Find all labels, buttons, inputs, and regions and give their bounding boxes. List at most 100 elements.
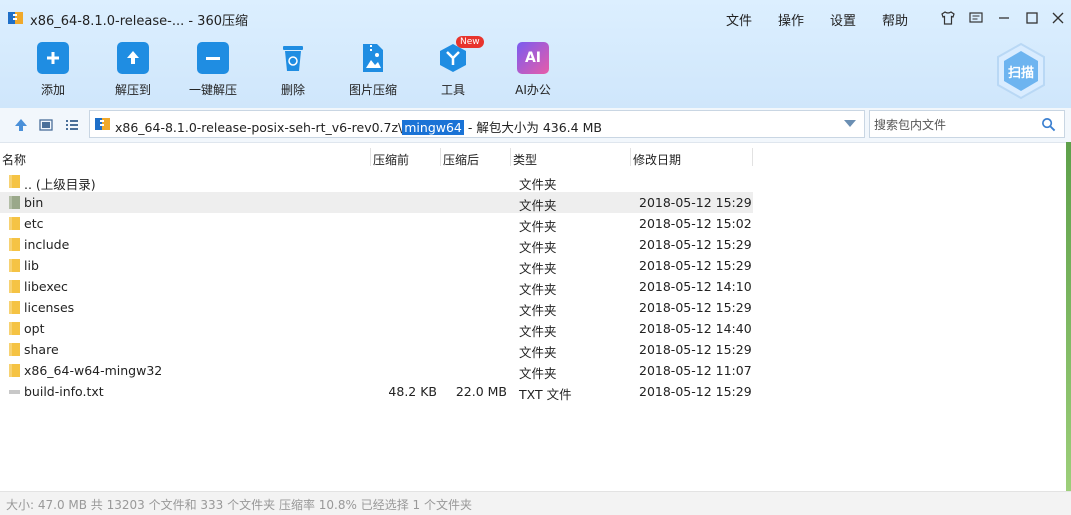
add-button[interactable]: 添加 [21,40,85,102]
file-name: etc [24,216,44,231]
folder-icon [9,280,20,293]
folder-icon [9,217,20,230]
extract-to-button[interactable]: 解压到 [101,40,165,102]
one-click-extract-button[interactable]: 一键解压 [181,40,245,102]
minimize-button[interactable] [994,8,1014,28]
folder-icon [9,322,20,335]
extract-to-label: 解压到 [114,83,151,97]
size-after: 22.0 MB [455,384,507,399]
modified-date: 2018-05-12 15:02 [639,216,752,231]
column-divider[interactable] [370,148,371,166]
path-selected-segment[interactable]: mingw64 [402,120,464,135]
column-header-after[interactable]: 压缩后 [443,151,479,168]
table-row[interactable]: lib 文件夹 2018-05-12 15:29 [0,255,753,276]
text-file-icon [9,390,20,394]
chevron-down-icon[interactable] [844,120,856,127]
column-divider[interactable] [630,148,631,166]
column-header-type[interactable]: 类型 [513,151,537,168]
file-type: 文件夹 [519,324,557,339]
table-row[interactable]: x86_64-w64-mingw32 文件夹 2018-05-12 11:07 [0,360,753,381]
table-row[interactable]: include 文件夹 2018-05-12 15:29 [0,234,753,255]
up-arrow-icon[interactable] [13,117,29,133]
maximize-button[interactable] [1022,8,1042,28]
table-row[interactable]: opt 文件夹 2018-05-12 14:40 [0,318,753,339]
tools-button[interactable]: 工具 [421,40,485,102]
menu-help[interactable]: 帮助 [882,10,908,29]
scan-label: 扫描 [1007,66,1034,81]
file-type: 文件夹 [519,345,557,360]
file-list: .. (上级目录) 文件夹 bin 文件夹 2018-05-12 15:29 etc 文件夹… [0,171,753,402]
ai-office-button[interactable]: AI AI办公 [501,40,565,102]
menu-settings[interactable]: 设置 [830,10,856,29]
add-icon [37,42,69,74]
one-click-extract-icon [197,42,229,74]
file-name: share [24,342,59,357]
menu-file[interactable]: 文件 [726,10,752,29]
skin-button[interactable] [938,8,958,28]
ai-office-icon: AI [517,42,549,74]
window-title: x86_64-8.1.0-release-... - 360压缩 [30,14,248,29]
file-name: licenses [24,300,75,315]
title-bar[interactable]: x86_64-8.1.0-release-... - 360压缩 文件 操作 设… [0,0,1071,34]
column-divider[interactable] [510,148,511,166]
search-icon[interactable] [1041,117,1056,132]
file-type: 文件夹 [519,282,557,297]
file-type: 文件夹 [519,198,557,213]
column-divider[interactable] [752,148,753,166]
column-header-row: 名称 压缩前 压缩后 类型 修改日期 [0,149,753,169]
scan-button[interactable]: 扫描 [995,42,1047,100]
table-row[interactable]: bin 文件夹 2018-05-12 15:29 [0,192,753,213]
add-label: 添加 [40,83,65,97]
minimize-icon [999,17,1009,19]
file-name: x86_64-w64-mingw32 [24,363,163,378]
file-type: 文件夹 [519,366,557,381]
file-name: build-info.txt [24,384,104,399]
desktop-edge [1066,142,1071,491]
path-prefix: x86_64-8.1.0-release-posix-seh-rt_v6-rev… [115,120,403,135]
column-divider[interactable] [440,148,441,166]
image-compress-button[interactable]: 图片压缩 [341,40,405,102]
modified-date: 2018-05-12 15:29 [639,237,752,252]
file-type: 文件夹 [519,219,557,234]
file-type: 文件夹 [519,240,557,255]
delete-button[interactable]: 删除 [261,40,325,102]
table-row[interactable]: share 文件夹 2018-05-12 15:29 [0,339,753,360]
one-click-extract-label: 一键解压 [188,83,237,97]
ai-office-label: AI办公 [515,83,551,97]
table-row[interactable]: build-info.txt 48.2 KB 22.0 MB TXT 文件 2018-0… [0,381,753,402]
folder-icon [9,175,20,188]
status-bar: 大小: 47.0 MB 共 13203 个文件和 333 个文件夹 压缩率 10… [0,491,1071,515]
column-header-modified[interactable]: 修改日期 [633,151,681,168]
file-type: 文件夹 [519,177,557,192]
path-text: x86_64-8.1.0-release-posix-seh-rt_v6-rev… [115,117,602,136]
search-input[interactable] [872,115,1036,135]
feedback-button[interactable] [966,8,986,28]
list-view-icon[interactable] [64,117,80,133]
table-row[interactable]: licenses 文件夹 2018-05-12 15:29 [0,297,753,318]
header-bar: x86_64-8.1.0-release-... - 360压缩 文件 操作 设… [0,0,1071,108]
file-type: 文件夹 [519,261,557,276]
menu-operation[interactable]: 操作 [778,10,804,29]
folder-icon [9,238,20,251]
folder-icon [9,196,20,209]
modified-date: 2018-05-12 15:29 [639,300,752,315]
table-row[interactable]: libexec 文件夹 2018-05-12 14:10 [0,276,753,297]
image-compress-icon [357,42,389,74]
modified-date: 2018-05-12 15:29 [639,195,752,210]
search-box[interactable] [869,110,1065,138]
modified-date: 2018-05-12 15:29 [639,384,752,399]
close-button[interactable] [1048,8,1068,28]
delete-label: 删除 [280,83,305,97]
path-field[interactable]: x86_64-8.1.0-release-posix-seh-rt_v6-rev… [89,110,865,138]
file-name: opt [24,321,45,336]
table-row[interactable]: .. (上级目录) 文件夹 [0,171,753,192]
column-header-before[interactable]: 压缩前 [373,151,409,168]
modified-date: 2018-05-12 14:10 [639,279,752,294]
column-header-name[interactable]: 名称 [2,151,26,168]
thumbnail-view-icon[interactable] [38,117,54,133]
file-name: include [24,237,70,252]
file-name: .. (上级目录) [24,177,96,192]
file-name: lib [24,258,39,273]
table-row[interactable]: etc 文件夹 2018-05-12 15:02 [0,213,753,234]
new-badge: New [456,36,484,48]
